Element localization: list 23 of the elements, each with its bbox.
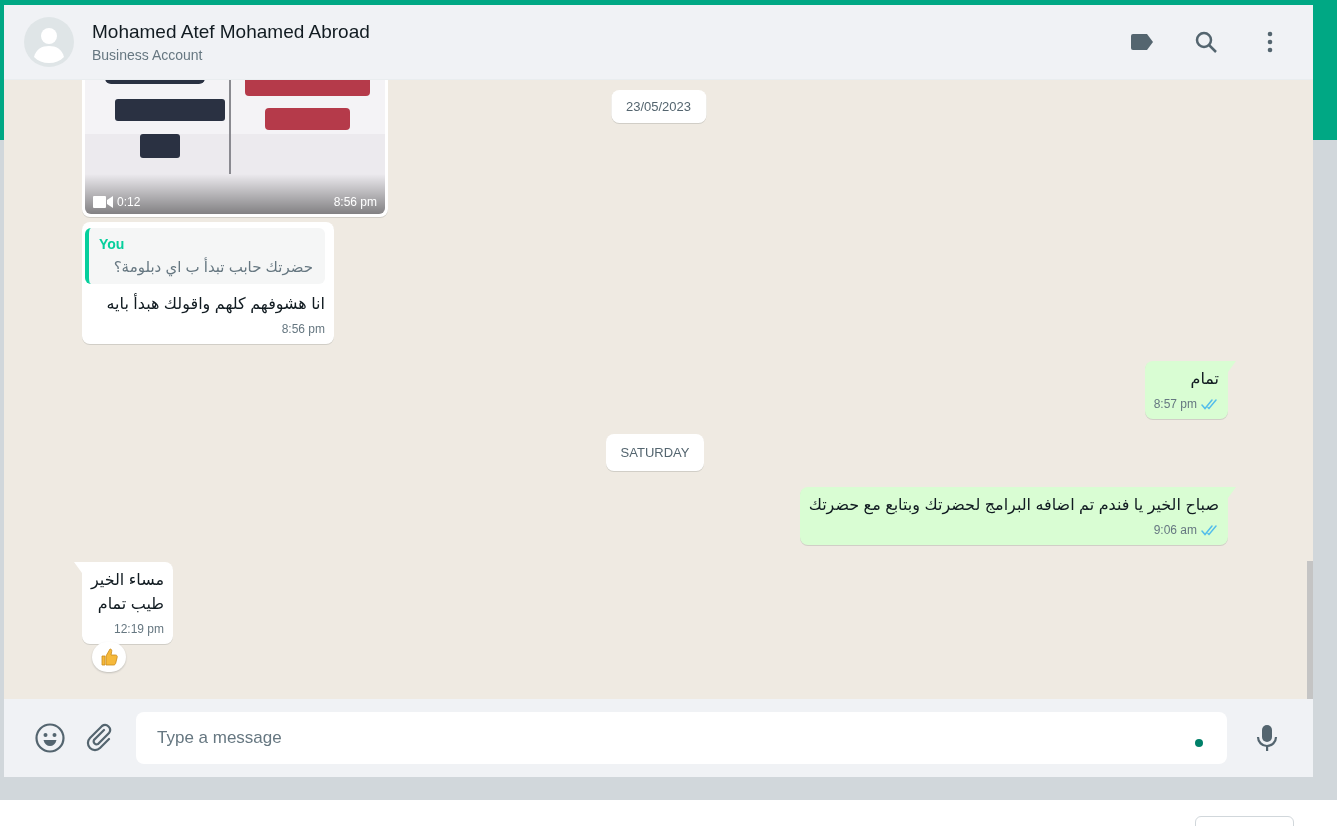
date-chip: SATURDAY <box>605 434 705 471</box>
scrollbar-thumb[interactable] <box>1307 561 1313 699</box>
emoji-icon[interactable] <box>34 722 66 754</box>
video-camera-icon <box>93 195 113 209</box>
status-dot-icon <box>1195 739 1203 747</box>
thumbs-up-icon <box>99 647 119 667</box>
message-text: مساء الخير طيب تمام <box>91 570 164 615</box>
message-time: 8:57 pm <box>1153 397 1197 411</box>
message-time: 8:56 pm <box>333 195 377 209</box>
contact-subtitle: Business Account <box>92 47 204 63</box>
message-text: تمام <box>1189 369 1219 390</box>
message-time: 8:56 pm <box>281 322 325 336</box>
search-icon[interactable] <box>1193 29 1219 55</box>
message-input[interactable]: Type a message <box>136 712 1227 764</box>
message-text: صباح الخير يا فندم تم اضافه البرامج لحضرتك وبتابع مع حضرتك <box>808 495 1219 517</box>
video-duration: 0:12 <box>117 195 141 209</box>
contact-name: Mohamed Atef Mohamed Abroad <box>92 21 371 43</box>
date-chip: 23/05/2023 <box>610 90 707 123</box>
quote-author: You <box>99 236 126 252</box>
message-time: 12:19 pm <box>113 622 164 636</box>
message-time: 9:06 am <box>1153 523 1197 537</box>
message-text: انا هشوفهم كلهم واقولك هبدأ بايه <box>105 292 325 316</box>
quote-text: حضرتك حابب تبدأ ب اي دبلومة؟ <box>112 258 313 276</box>
